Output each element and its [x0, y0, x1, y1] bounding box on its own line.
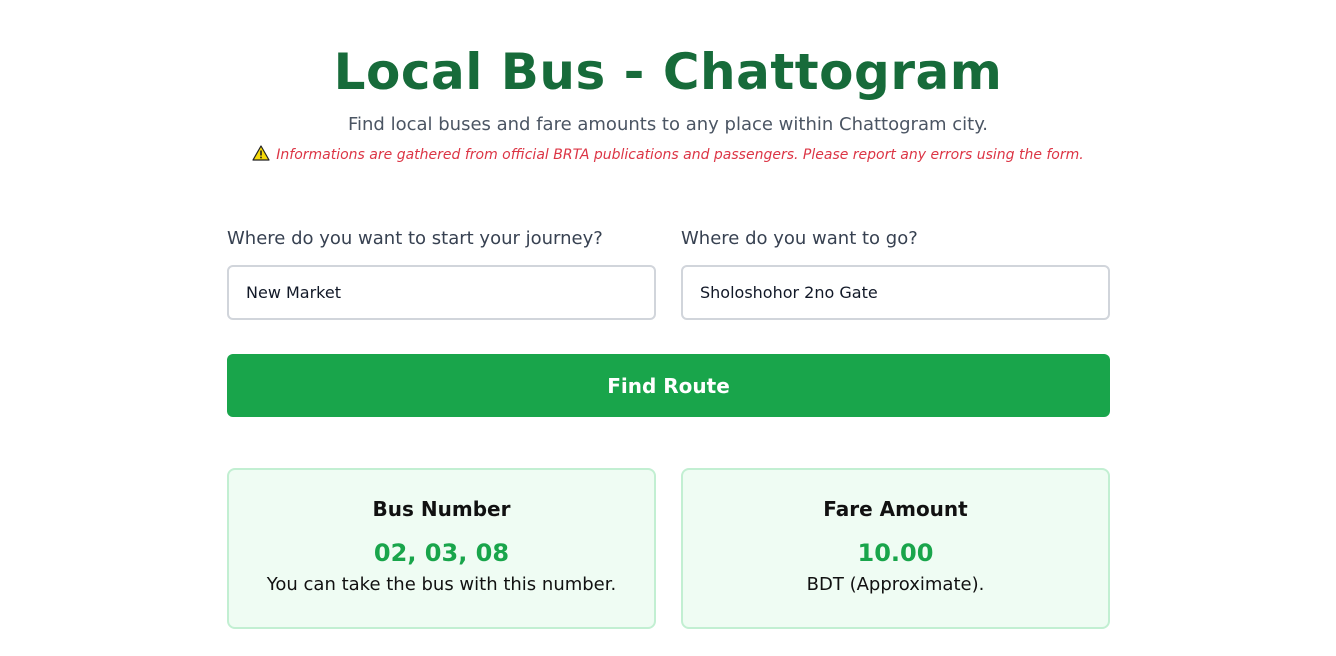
destination-input[interactable]: [681, 265, 1110, 320]
warning-icon: [252, 145, 270, 161]
bus-number-title: Bus Number: [372, 497, 511, 521]
fare-amount-title: Fare Amount: [823, 497, 968, 521]
fare-amount-note: BDT (Approximate).: [806, 574, 985, 595]
bus-number-note: You can take the bus with this number.: [266, 574, 617, 595]
destination-label: Where do you want to go?: [681, 228, 918, 249]
notice-text: Informations are gathered from official …: [276, 147, 1084, 163]
bus-number-card: Bus Number 02, 03, 08 You can take the b…: [227, 468, 656, 629]
data-source-notice: Informations are gathered from official …: [0, 144, 1336, 166]
page-title: Local Bus - Chattogram: [333, 43, 1003, 101]
page: Local Bus - Chattogram Find local buses …: [0, 0, 1336, 656]
find-route-button[interactable]: Find Route: [227, 354, 1110, 417]
fare-amount-value: 10.00: [857, 539, 934, 567]
fare-amount-card: Fare Amount 10.00 BDT (Approximate).: [681, 468, 1110, 629]
bus-number-value: 02, 03, 08: [373, 539, 510, 567]
start-location-label: Where do you want to start your journey?: [227, 228, 603, 249]
page-subtitle: Find local buses and fare amounts to any…: [347, 114, 989, 135]
start-location-input[interactable]: [227, 265, 656, 320]
